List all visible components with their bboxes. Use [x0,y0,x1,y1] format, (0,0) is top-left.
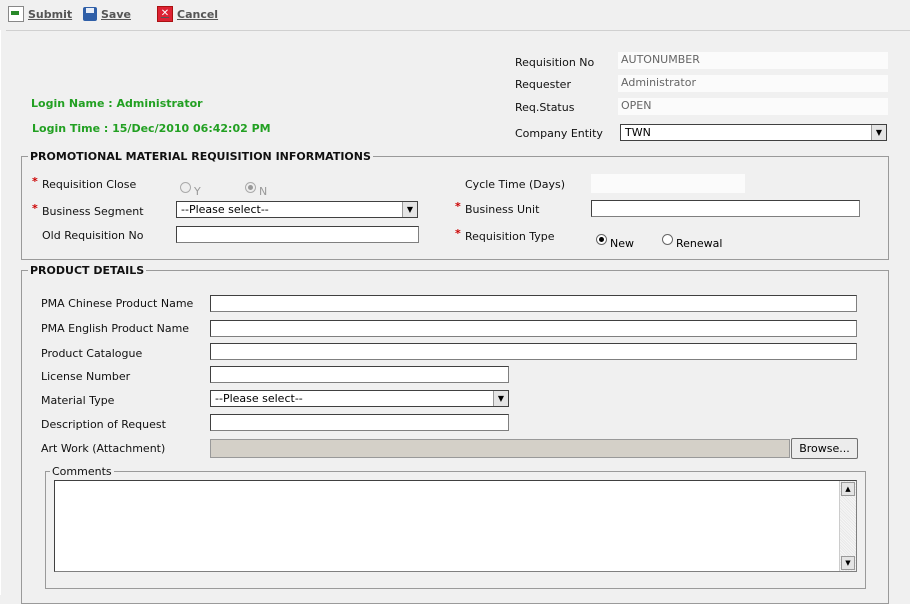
scroll-up-icon[interactable]: ▲ [841,482,855,496]
submit-icon [8,6,24,22]
comments-legend: Comments [52,465,112,478]
old-requisition-no-label: Old Requisition No [42,229,144,242]
requisition-close-label: Requisition Close [42,178,137,191]
requisition-type-renewal-radio[interactable] [662,234,673,245]
requisition-no-value: AUTONUMBER [618,52,888,69]
product-catalogue-input[interactable] [210,343,857,360]
material-type-select[interactable]: --Please select-- ▼ [210,390,509,407]
submit-button[interactable]: Submit [8,6,72,22]
required-mark: * [455,227,461,240]
product-catalogue-label: Product Catalogue [41,347,143,360]
pma-chinese-name-input[interactable] [210,295,857,312]
req-status-label: Req.Status [515,101,575,114]
browse-button[interactable]: Browse... [791,438,858,459]
comments-scrollbar[interactable]: ▲ ▼ [839,481,856,571]
floppy-disk-icon [83,7,97,21]
requisition-no-label: Requisition No [515,56,595,69]
business-unit-input[interactable] [591,200,860,217]
requisition-close-y-radio[interactable] [180,182,191,193]
pma-english-name-label: PMA English Product Name [41,322,190,335]
req-status-value: OPEN [618,98,888,115]
save-button[interactable]: Save [83,6,131,22]
requester-value: Administrator [618,75,888,92]
pma-english-name-input[interactable] [210,320,857,337]
login-time: Login Time : 15/Dec/2010 06:42:02 PM [32,122,271,135]
cycle-time-value [591,174,745,193]
promo-legend: PROMOTIONAL MATERIAL REQUISITION INFORMA… [30,150,371,163]
company-entity-select[interactable]: TWN ▼ [620,124,887,141]
required-mark: * [455,200,461,213]
description-label: Description of Request [41,418,166,431]
product-details-legend: PRODUCT DETAILS [30,264,145,277]
requisition-type-label: Requisition Type [465,230,555,243]
artwork-label: Art Work (Attachment) [41,442,166,455]
material-type-value: --Please select-- [215,392,303,405]
comments-textarea[interactable]: ▲ ▼ [54,480,857,572]
requisition-close-y-label: Y [194,185,201,198]
requisition-close-n-radio[interactable] [245,182,256,193]
save-label: Save [101,7,131,21]
company-entity-label: Company Entity [515,127,603,140]
requisition-type-new-label: New [610,237,634,250]
required-mark: * [32,175,38,188]
submit-label: Submit [28,7,73,21]
requester-label: Requester [515,78,571,91]
business-segment-label: Business Segment [42,205,144,218]
chevron-down-icon[interactable]: ▼ [871,125,886,140]
requisition-type-renewal-label: Renewal [676,237,723,250]
required-mark: * [32,202,38,215]
artwork-file-input[interactable] [210,439,790,458]
left-edge [0,0,1,595]
business-unit-label: Business Unit [465,203,540,216]
toolbar-divider [6,30,910,31]
requisition-close-n-label: N [259,185,268,198]
cycle-time-label: Cycle Time (Days) [465,178,566,191]
cancel-label: Cancel [177,7,219,21]
business-segment-value: --Please select-- [181,203,269,216]
license-number-input[interactable] [210,366,509,383]
requisition-type-new-radio[interactable] [596,234,607,245]
chevron-down-icon[interactable]: ▼ [402,202,417,217]
license-number-label: License Number [41,370,131,383]
toolbar: Submit Save ✕ Cancel [0,0,910,30]
pma-chinese-name-label: PMA Chinese Product Name [41,297,194,310]
material-type-label: Material Type [41,394,115,407]
login-name: Login Name : Administrator [31,97,203,110]
description-input[interactable] [210,414,509,431]
close-icon: ✕ [157,6,173,22]
scroll-down-icon[interactable]: ▼ [841,556,855,570]
company-entity-value: TWN [625,126,651,139]
business-segment-select[interactable]: --Please select-- ▼ [176,201,418,218]
chevron-down-icon[interactable]: ▼ [493,391,508,406]
cancel-button[interactable]: ✕ Cancel [157,6,218,22]
old-requisition-no-input[interactable] [176,226,419,243]
